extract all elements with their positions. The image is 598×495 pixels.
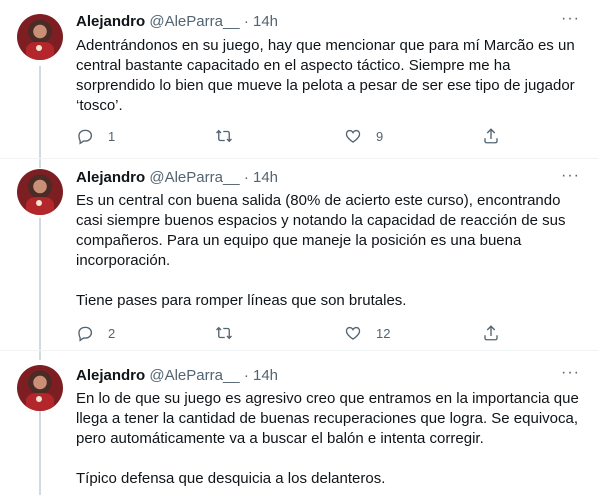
timestamp[interactable]: 14h [253,367,278,384]
timestamp[interactable]: 14h [253,13,278,30]
tweet-header: Alejandro @AleParra__ · 14h [76,366,278,386]
tweet-paragraph: Tiene pases para romper líneas que son b… [76,292,407,309]
tweet-actions: 1 9 [76,127,581,147]
tweet[interactable]: Alejandro @AleParra__ · 14h ··· Es un ce… [0,159,598,350]
like-icon [345,326,361,340]
author-name[interactable]: Alejandro [76,13,145,30]
like-button[interactable]: 9 [344,127,383,145]
share-button[interactable] [482,127,500,145]
tweet-text: Es un central con buena salida (80% de a… [76,191,581,311]
author-handle[interactable]: @AleParra__ [149,169,239,186]
author-name[interactable]: Alejandro [76,169,145,186]
share-button[interactable] [482,324,500,342]
more-icon[interactable]: ··· [561,167,580,185]
tweet-paragraph: En lo de que su juego es agresivo creo q… [76,390,579,447]
tweet-paragraph: Típico defensa que desquicia a los delan… [76,470,386,487]
more-icon[interactable]: ··· [561,10,580,28]
reply-button[interactable]: 2 [76,324,115,342]
separator-dot: · [243,169,249,186]
like-button[interactable]: 12 [344,324,390,342]
author-handle[interactable]: @AleParra__ [149,13,239,30]
retweet-icon [216,129,232,143]
reply-icon [78,129,93,145]
reply-button[interactable]: 1 [76,127,115,145]
author-handle[interactable]: @AleParra__ [149,367,239,384]
tweet-actions: 2 12 [76,324,581,344]
avatar[interactable] [17,365,63,411]
retweet-button[interactable] [215,324,247,342]
avatar[interactable] [17,14,63,60]
retweet-icon [216,326,232,340]
reply-count: 1 [108,128,116,144]
avatar[interactable] [17,169,63,215]
like-icon [345,129,361,143]
tweet-text: Adentrándonos en su juego, hay que menci… [76,36,581,116]
tweet-header: Alejandro @AleParra__ · 14h [76,12,278,32]
retweet-button[interactable] [215,127,247,145]
separator-dot: · [243,367,249,384]
timestamp[interactable]: 14h [253,169,278,186]
like-count: 9 [376,128,384,144]
reply-count: 2 [108,325,116,341]
tweet-text: En lo de que su juego es agresivo creo q… [76,389,581,489]
share-icon [484,325,498,341]
author-name[interactable]: Alejandro [76,367,145,384]
tweet-paragraph: Adentrándonos en su juego, hay que menci… [76,37,575,114]
more-icon[interactable]: ··· [561,364,580,382]
tweet[interactable]: Alejandro @AleParra__ · 14h ··· En lo de… [0,351,598,495]
tweet-paragraph: Es un central con buena salida (80% de a… [76,192,566,269]
reply-icon [78,326,93,342]
tweet[interactable]: Alejandro @AleParra__ · 14h ··· Adentrán… [0,0,598,158]
separator-dot: · [243,13,249,30]
share-icon [484,128,498,144]
tweet-header: Alejandro @AleParra__ · 14h [76,168,278,188]
like-count: 12 [376,325,391,341]
